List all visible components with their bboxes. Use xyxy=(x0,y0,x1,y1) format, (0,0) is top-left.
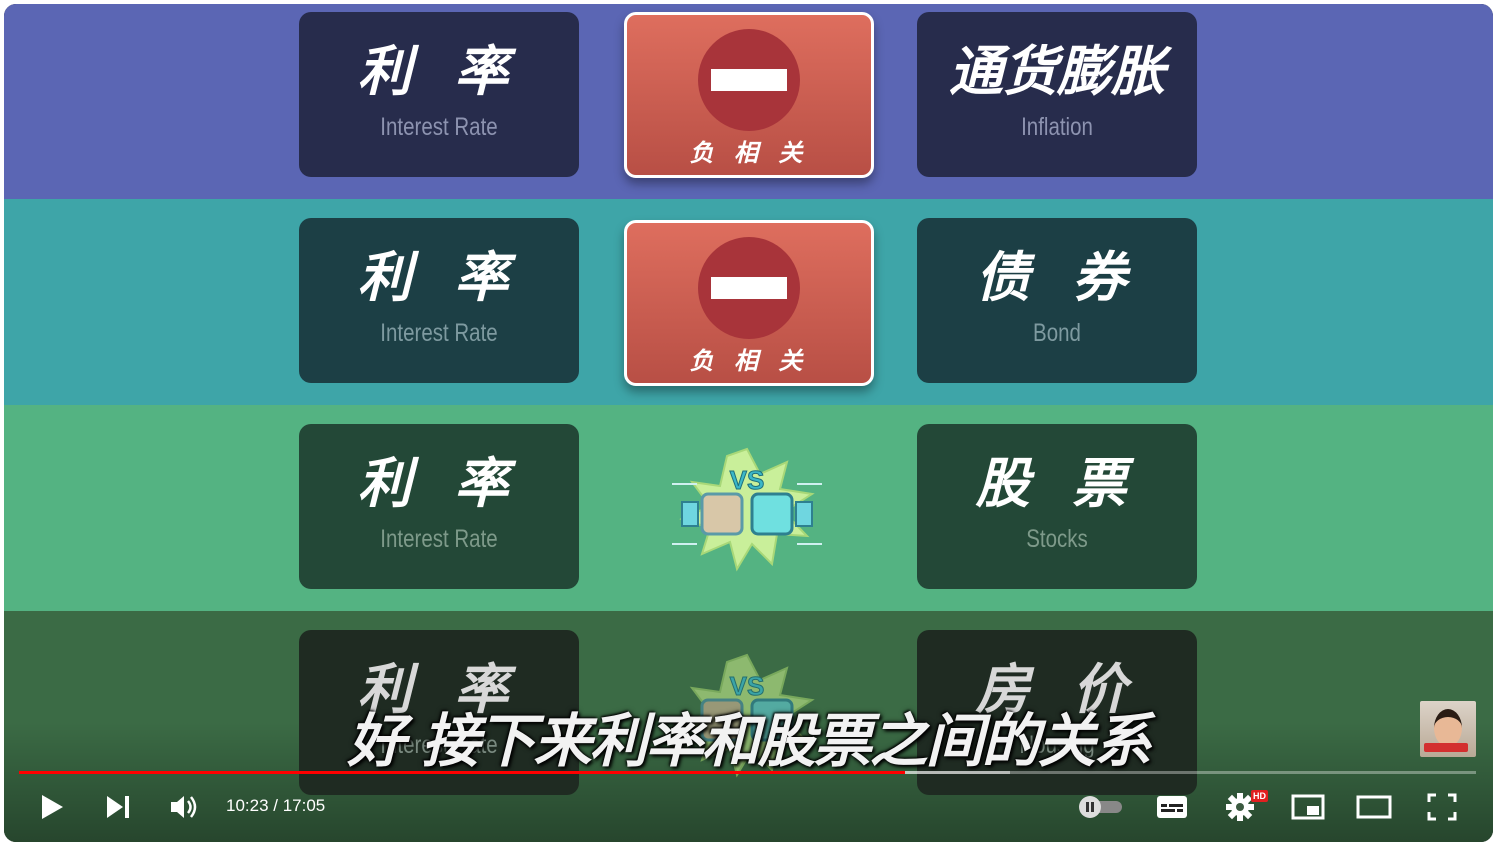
volume-icon xyxy=(171,796,197,818)
play-icon xyxy=(42,795,63,819)
progress-bar[interactable] xyxy=(19,771,1476,774)
miniplayer-icon xyxy=(1291,794,1325,820)
progress-played xyxy=(19,771,905,774)
autoplay-toggle[interactable] xyxy=(1076,789,1126,825)
channel-watermark-avatar[interactable] xyxy=(1420,701,1476,757)
avatar xyxy=(1434,709,1462,747)
autoplay-toggle-icon xyxy=(1079,796,1122,818)
card-title-zh: 利 率 xyxy=(357,246,521,309)
card-interest-rate-3: 利 率 Interest Rate xyxy=(299,424,579,589)
subtitles-button[interactable] xyxy=(1154,789,1190,825)
card-title-en: Bond xyxy=(1033,319,1081,347)
play-button[interactable] xyxy=(34,789,70,825)
card-title-zh: 通货膨胀 xyxy=(949,40,1165,103)
vs-label: VS xyxy=(730,465,765,495)
card-title-zh: 股 票 xyxy=(975,452,1139,515)
card-title-zh: 债 券 xyxy=(975,246,1139,309)
miniplayer-button[interactable] xyxy=(1288,789,1328,825)
subscribe-tag-icon xyxy=(1424,743,1468,752)
fullscreen-icon xyxy=(1427,793,1457,821)
card-title-en: Stocks xyxy=(1026,525,1088,553)
versus-fists-icon: VS xyxy=(672,447,822,572)
subtitles-icon xyxy=(1157,796,1187,818)
card-bond: 债 券 Bond xyxy=(917,218,1197,383)
negative-correlation-badge-2: 负 相 关 xyxy=(624,220,874,386)
minus-circle-icon xyxy=(698,237,800,339)
negative-correlation-label: 负 相 关 xyxy=(689,347,809,375)
fullscreen-button[interactable] xyxy=(1422,789,1462,825)
minus-circle-icon xyxy=(698,29,800,131)
negative-correlation-badge-1: 负 相 关 xyxy=(624,12,874,178)
card-title-en: Inflation xyxy=(1021,113,1093,141)
theater-mode-icon xyxy=(1356,795,1392,819)
video-player[interactable]: 利 率 Interest Rate 负 相 关 通货膨胀 Inflation 利… xyxy=(4,4,1493,842)
theater-mode-button[interactable] xyxy=(1354,789,1394,825)
time-display: 10:23 / 17:05 xyxy=(226,796,326,815)
skip-next-icon xyxy=(107,796,129,818)
card-stocks: 股 票 Stocks xyxy=(917,424,1197,589)
hd-badge: HD xyxy=(1251,790,1268,802)
card-title-en: Interest Rate xyxy=(380,525,498,553)
volume-button[interactable] xyxy=(164,789,204,825)
card-title-en: Interest Rate xyxy=(380,113,498,141)
card-interest-rate-2: 利 率 Interest Rate xyxy=(299,218,579,383)
card-title-zh: 利 率 xyxy=(357,452,521,515)
video-subtitle: 好 接下来利率和股票之间的关系 xyxy=(347,707,1151,775)
next-button[interactable] xyxy=(100,789,136,825)
card-title-zh: 利 率 xyxy=(357,40,521,103)
card-interest-rate-1: 利 率 Interest Rate xyxy=(299,12,579,177)
negative-correlation-label: 负 相 关 xyxy=(689,139,809,167)
card-title-en: Interest Rate xyxy=(380,319,498,347)
card-inflation: 通货膨胀 Inflation xyxy=(917,12,1197,177)
